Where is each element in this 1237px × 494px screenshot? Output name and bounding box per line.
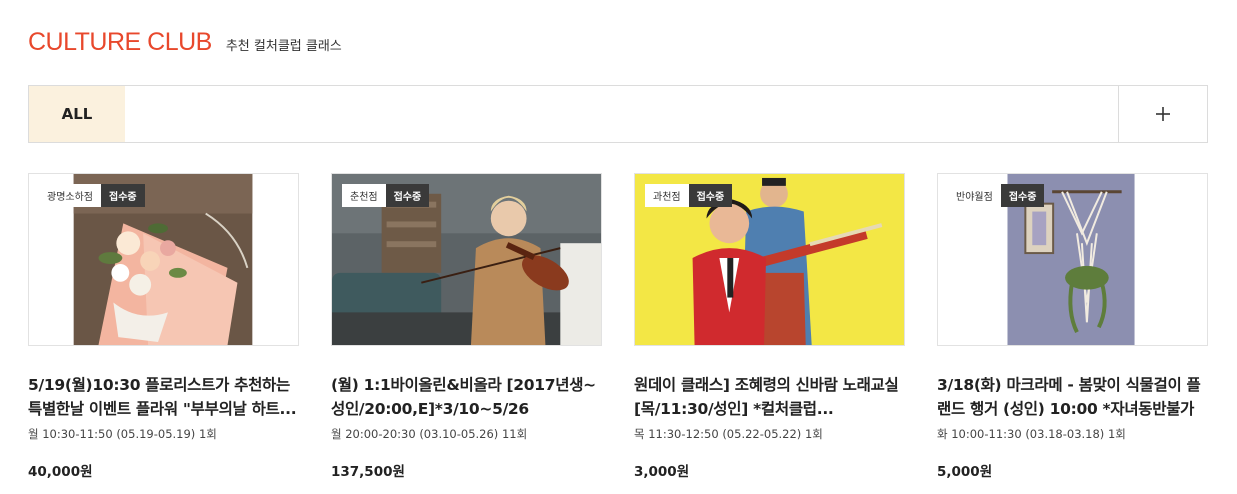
plus-icon [1156,107,1170,121]
category-filter-bar: ALL [28,85,1208,143]
class-schedule: 목 11:30-12:50 (05.22-05.22) 1회 [634,427,823,441]
badge-group: 반야월점 접수중 [948,184,1045,207]
class-thumbnail[interactable]: 광명소하점 접수중 [28,173,299,346]
badge-group: 과천점 접수중 [645,184,733,207]
class-card[interactable]: 반야월점 접수중 3/18(화) 마크라메 - 봄맞이 식물걸이 플랜드 행거 … [937,173,1208,480]
class-title[interactable]: 3/18(화) 마크라메 - 봄맞이 식물걸이 플랜드 행거 (성인) 10:0… [937,373,1208,421]
class-thumbnail[interactable]: 춘천점 접수중 [331,173,602,346]
badge-group: 광명소하점 접수중 [39,184,145,207]
filter-spacer [125,86,1118,142]
status-badge: 접수중 [101,184,145,207]
class-card[interactable]: 춘천점 접수중 (월) 1:1바이올린&비올라 [2017년생~성인/20:00… [331,173,602,480]
section-header: CULTURE CLUB 추천 컬처클럽 클래스 [28,28,342,57]
class-schedule: 월 10:30-11:50 (05.19-05.19) 1회 [28,427,217,441]
class-thumbnail[interactable]: 과천점 접수중 [634,173,905,346]
branch-badge: 반야월점 [948,184,1001,207]
status-badge: 접수중 [688,184,733,207]
class-price: 137,500원 [331,464,405,480]
branch-badge: 광명소하점 [39,184,101,207]
badge-group: 춘천점 접수중 [342,184,430,207]
section-brand-title: CULTURE CLUB [28,28,212,56]
class-thumbnail[interactable]: 반야월점 접수중 [937,173,1208,346]
expand-categories-button[interactable] [1118,86,1207,142]
class-price: 40,000원 [28,464,93,480]
class-price: 5,000원 [937,464,993,480]
status-badge: 접수중 [385,184,430,207]
class-card-list: 광명소하점 접수중 5/19(월)10:30 플로리스트가 추천하는 특별한날 … [28,173,1208,480]
branch-badge: 춘천점 [342,184,386,207]
class-schedule: 월 20:00-20:30 (03.10-05.26) 11회 [331,427,528,441]
class-price: 3,000원 [634,464,690,480]
tab-all[interactable]: ALL [29,86,125,142]
class-title[interactable]: 원데이 클래스] 조혜령의 신바람 노래교실 [목/11:30/성인] *컬처클… [634,373,905,421]
class-title[interactable]: (월) 1:1바이올린&비올라 [2017년생~성인/20:00,E]*3/10… [331,373,602,421]
branch-badge: 과천점 [645,184,689,207]
class-schedule: 화 10:00-11:30 (03.18-03.18) 1회 [937,427,1126,441]
class-card[interactable]: 광명소하점 접수중 5/19(월)10:30 플로리스트가 추천하는 특별한날 … [28,173,299,480]
status-badge: 접수중 [1000,184,1045,207]
class-title[interactable]: 5/19(월)10:30 플로리스트가 추천하는 특별한날 이벤트 플라워 "부… [28,373,299,421]
section-subtitle: 추천 컬처클럽 클래스 [225,39,342,54]
class-card[interactable]: 과천점 접수중 원데이 클래스] 조혜령의 신바람 노래교실 [목/11:30/… [634,173,905,480]
